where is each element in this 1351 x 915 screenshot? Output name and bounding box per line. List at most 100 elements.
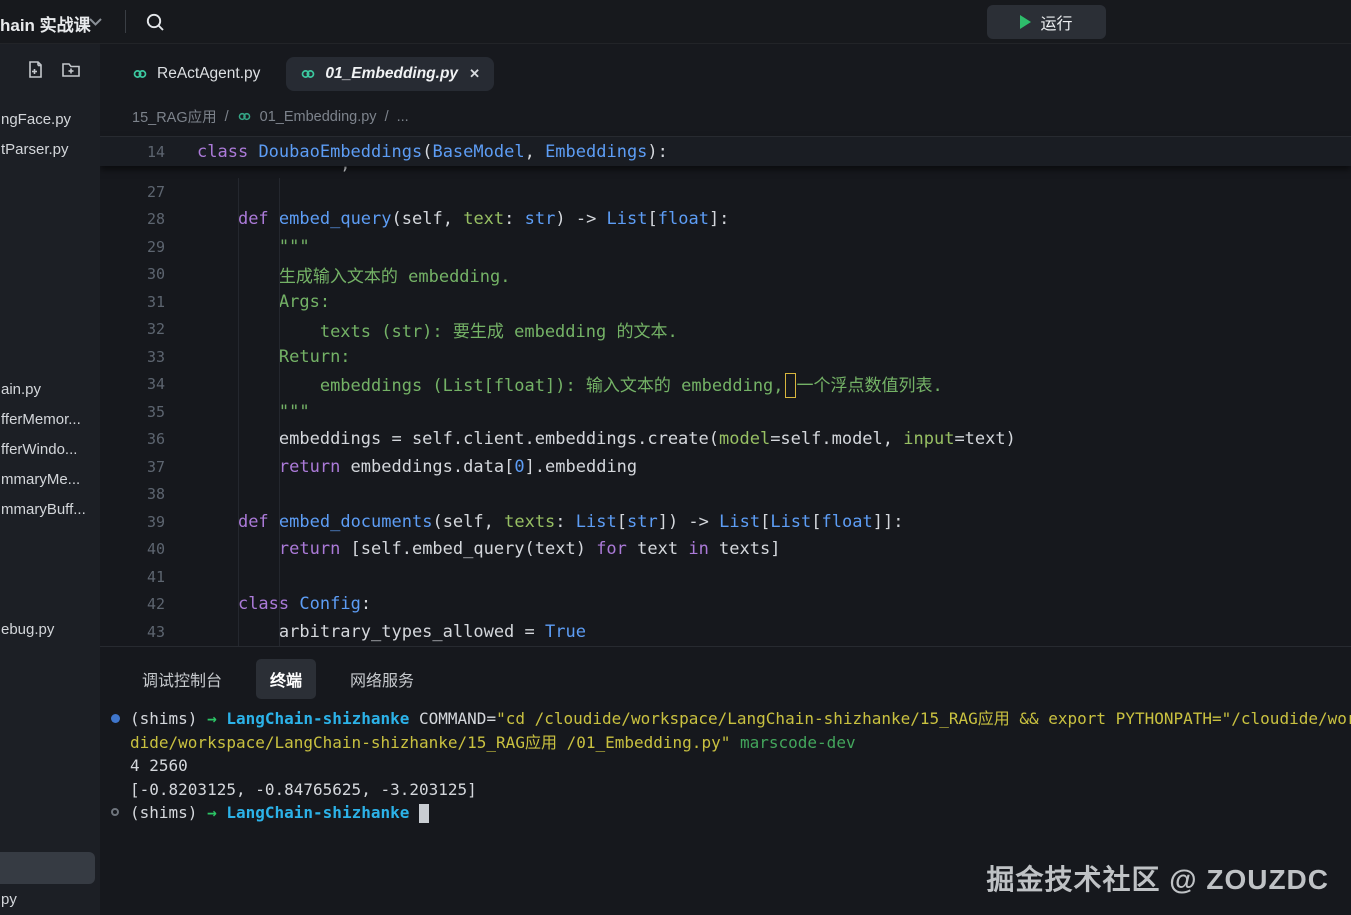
tab-01_Embedding.py[interactable]: 01_Embedding.py ✕ xyxy=(286,57,494,91)
langchain-icon xyxy=(300,66,316,82)
code-row[interactable]: 29 """ xyxy=(100,233,1351,261)
code-row[interactable]: 40 return [self.embed_query(text) for te… xyxy=(100,536,1351,564)
breadcrumb-more[interactable]: ... xyxy=(397,109,409,125)
editor-header: ReActAgent.py 01_Embedding.py ✕ 15_RAG应用 /… xyxy=(100,44,1351,136)
code-text: Args: xyxy=(165,292,330,312)
code-row[interactable]: 30 生成输入文本的 embedding. xyxy=(100,261,1351,289)
breadcrumb-separator: / xyxy=(225,109,229,125)
terminal-cursor xyxy=(419,804,429,823)
breadcrumb-file[interactable]: 01_Embedding.py xyxy=(260,109,377,125)
code-text: arbitrary_types_allowed = True xyxy=(165,622,586,642)
panel-tab-调试控制台[interactable]: 调试控制台 xyxy=(128,659,236,699)
run-button[interactable]: 运行 xyxy=(987,5,1106,39)
line-number: 14 xyxy=(100,143,165,161)
tab-ReActAgent.py[interactable]: ReActAgent.py xyxy=(118,57,274,91)
code-lines: 27 28 def embed_query(self, text: str) ->… xyxy=(100,178,1351,646)
panel-tab-bar: 调试控制台终端网络服务 xyxy=(128,659,428,699)
code-text: return [self.embed_query(text) for text … xyxy=(165,539,780,559)
indent-guide xyxy=(238,178,239,646)
code-text: def embed_query(self, text: str) -> List… xyxy=(165,209,729,229)
line-number: 42 xyxy=(100,595,165,613)
code-row[interactable]: 31 Args: xyxy=(100,288,1351,316)
panel-tab-终端[interactable]: 终端 xyxy=(256,659,316,699)
line-number: 27 xyxy=(100,183,165,201)
topbar: hain 实战课 运行 xyxy=(0,0,1351,44)
tab-bar: ReActAgent.py 01_Embedding.py ✕ xyxy=(118,56,494,92)
line-number: 33 xyxy=(100,348,165,366)
file-item[interactable]: ebug.py xyxy=(1,618,54,642)
line-number: 37 xyxy=(100,458,165,476)
code-text: 生成输入文本的 embedding. xyxy=(165,262,510,287)
sidebar: ngFace.py tParser.py ain.py fferMemor... ffe… xyxy=(0,44,100,915)
code-editor[interactable]: 14class DoubaoEmbeddings(BaseModel, Embe… xyxy=(100,136,1351,646)
code-row[interactable]: 36 embeddings = self.client.embeddings.c… xyxy=(100,426,1351,454)
new-file-icon[interactable] xyxy=(26,60,45,79)
code-row[interactable]: 43 arbitrary_types_allowed = True xyxy=(100,618,1351,646)
code-row[interactable]: 35 """ xyxy=(100,398,1351,426)
code-row[interactable]: 42 class Config: xyxy=(100,591,1351,619)
terminal-marker-circle-icon xyxy=(111,808,119,816)
code-row[interactable]: 39 def embed_documents(self, texts: List… xyxy=(100,508,1351,536)
code-text: class DoubaoEmbeddings(BaseModel, Embedd… xyxy=(165,142,668,162)
file-item[interactable]: ain.py xyxy=(1,378,41,402)
clipped-line: , xyxy=(100,166,1351,178)
indent-guide xyxy=(279,178,280,646)
code-text: embeddings (List[float]): 输入文本的 embeddin… xyxy=(165,371,943,399)
line-number: 31 xyxy=(100,293,165,311)
terminal-line: (shims) → LangChain-shizhanke xyxy=(100,801,1351,825)
line-number: 36 xyxy=(100,430,165,448)
terminal-line: dide/workspace/LangChain-shizhanke/15_RA… xyxy=(100,731,1351,755)
divider xyxy=(125,10,126,33)
panel-tab-网络服务[interactable]: 网络服务 xyxy=(336,659,428,699)
chevron-down-icon[interactable] xyxy=(88,14,103,32)
code-row[interactable]: 14class DoubaoEmbeddings(BaseModel, Embe… xyxy=(100,137,1351,166)
code-row[interactable]: 34 embeddings (List[float]): 输入文本的 embed… xyxy=(100,371,1351,399)
file-item[interactable]: ngFace.py xyxy=(1,108,71,132)
code-row[interactable]: 27 xyxy=(100,178,1351,206)
line-number: 28 xyxy=(100,210,165,228)
code-row[interactable]: 28 def embed_query(self, text: str) -> L… xyxy=(100,206,1351,234)
play-icon xyxy=(1020,15,1031,29)
project-title[interactable]: hain 实战课 xyxy=(0,11,91,36)
tab-label: ReActAgent.py xyxy=(157,65,260,83)
search-icon[interactable] xyxy=(141,8,169,36)
file-item[interactable]: py xyxy=(1,888,17,912)
watermark: 掘金技术社区 @ ZOUZDC xyxy=(986,858,1329,898)
breadcrumb-folder[interactable]: 15_RAG应用 xyxy=(132,106,217,127)
terminal-marker-dot-icon xyxy=(111,714,120,723)
code-row[interactable]: 38 xyxy=(100,481,1351,509)
code-row[interactable]: 37 return embeddings.data[0].embedding xyxy=(100,453,1351,481)
code-text: embeddings = self.client.embeddings.crea… xyxy=(165,429,1016,449)
code-row[interactable]: , xyxy=(100,166,1351,178)
file-item[interactable]: mmaryMe... xyxy=(1,468,80,492)
code-text: Return: xyxy=(165,347,351,367)
terminal-line: 4 2560 xyxy=(100,754,1351,778)
run-label: 运行 xyxy=(1040,10,1072,34)
code-row[interactable]: 41 xyxy=(100,563,1351,591)
sticky-line[interactable]: 14class DoubaoEmbeddings(BaseModel, Embe… xyxy=(100,136,1351,166)
new-folder-icon[interactable] xyxy=(61,60,80,79)
code-text: return embeddings.data[0].embedding xyxy=(165,457,637,477)
file-item[interactable]: mmaryBuff... xyxy=(1,498,86,522)
terminal-line: [-0.8203125, -0.84765625, -3.203125] xyxy=(100,778,1351,802)
code-row[interactable]: 32 texts (str): 要生成 embedding 的文本. xyxy=(100,316,1351,344)
code-text: texts (str): 要生成 embedding 的文本. xyxy=(165,317,678,342)
breadcrumb: 15_RAG应用 / 01_Embedding.py / ... xyxy=(132,106,409,127)
langchain-icon xyxy=(237,109,252,128)
line-number: 38 xyxy=(100,485,165,503)
file-item[interactable]: fferMemor... xyxy=(1,408,81,432)
tab-label: 01_Embedding.py xyxy=(325,65,458,83)
line-number: 43 xyxy=(100,623,165,641)
code-row[interactable]: 33 Return: xyxy=(100,343,1351,371)
file-item[interactable]: tParser.py xyxy=(1,138,69,162)
line-number: 41 xyxy=(100,568,165,586)
line-number: 39 xyxy=(100,513,165,531)
line-number: 40 xyxy=(100,540,165,558)
file-item[interactable]: fferWindo... xyxy=(1,438,77,462)
line-number: 35 xyxy=(100,403,165,421)
file-highlight-bar[interactable] xyxy=(0,852,95,884)
close-icon[interactable]: ✕ xyxy=(469,66,480,82)
code-text: , xyxy=(165,166,351,174)
line-number: 30 xyxy=(100,265,165,283)
line-number: 29 xyxy=(100,238,165,256)
